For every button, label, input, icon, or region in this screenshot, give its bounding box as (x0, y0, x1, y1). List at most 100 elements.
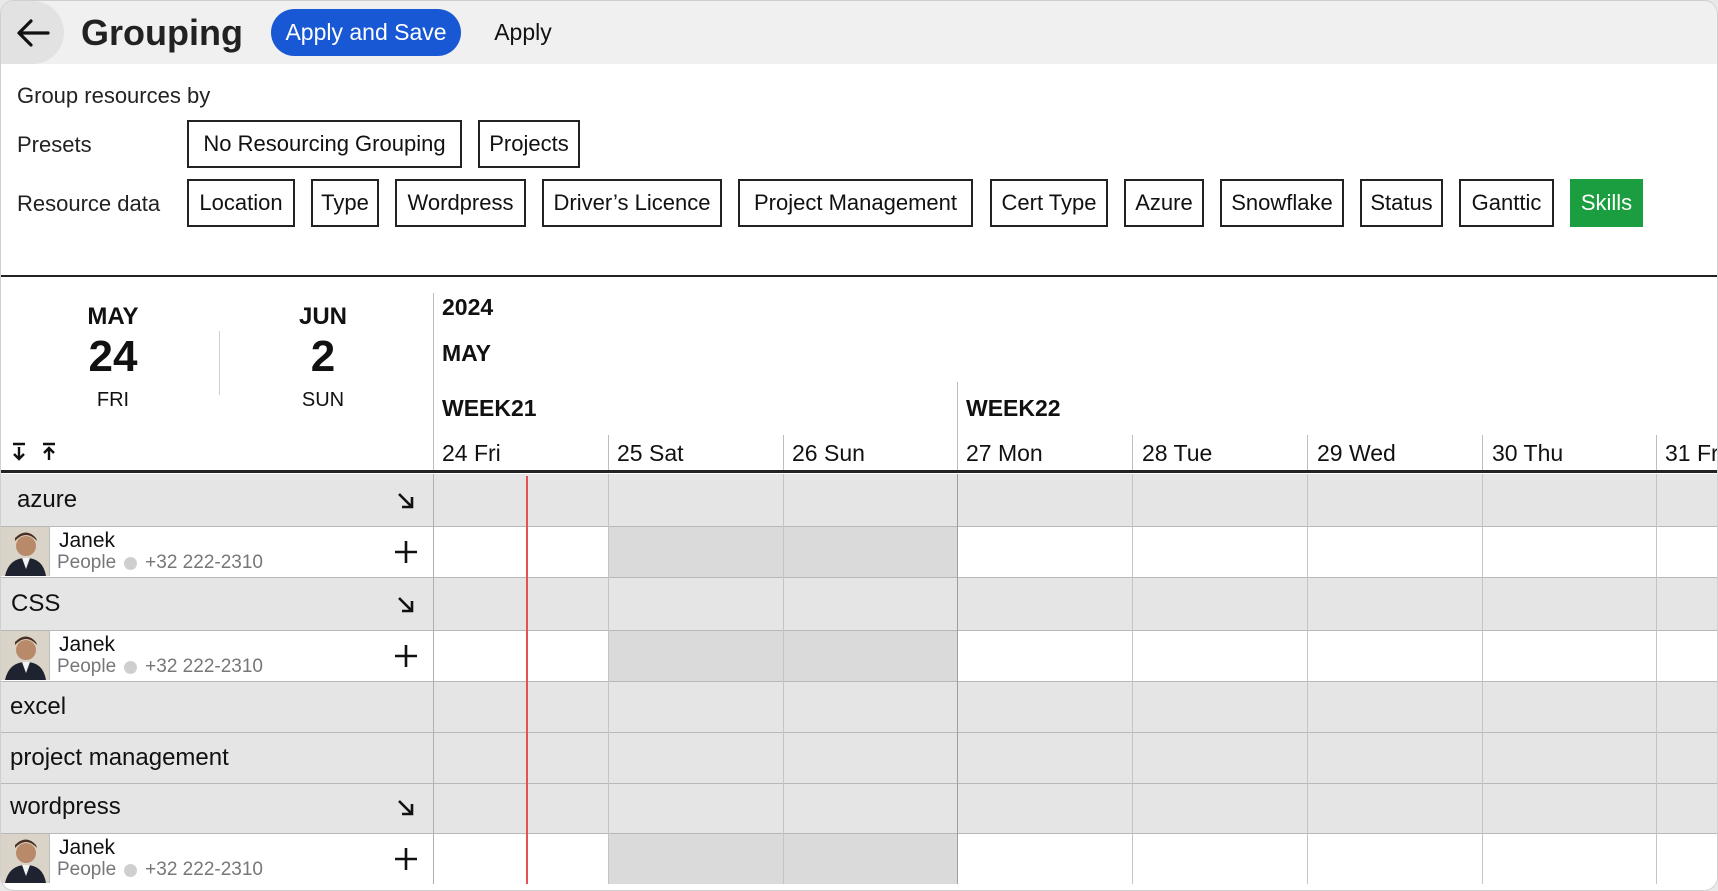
apply-button[interactable]: Apply (477, 9, 569, 56)
option-drivers-licence[interactable]: Driver’s Licence (542, 179, 722, 227)
option-azure[interactable]: Azure (1124, 179, 1204, 227)
day-header: 25 Sat (617, 440, 684, 466)
group-row-excel[interactable] (1, 682, 1717, 732)
option-project-management[interactable]: Project Management (738, 179, 973, 227)
group-row-project-management[interactable] (1, 733, 1717, 783)
grid-line (1482, 474, 1483, 884)
option-snowflake[interactable]: Snowflake (1220, 179, 1344, 227)
timeline-left-border (433, 293, 434, 473)
option-status[interactable]: Status (1360, 179, 1443, 227)
resource-phone: +32 222-2310 (145, 552, 263, 573)
day-divider (1482, 435, 1483, 473)
preset-no-resourcing-grouping[interactable]: No Resourcing Grouping (187, 120, 462, 168)
apply-and-save-button[interactable]: Apply and Save (271, 9, 461, 56)
date-range-divider (219, 331, 220, 395)
resource-name: Janek (59, 633, 116, 656)
resource-phone: +32 222-2310 (145, 859, 263, 880)
back-button[interactable] (1, 1, 64, 64)
grouping-window: Grouping Apply and Save Apply Group reso… (0, 0, 1718, 891)
resource-details: People +32 222-2310 (57, 552, 263, 574)
collapse-all-button[interactable] (39, 441, 59, 463)
grid-line (1132, 474, 1133, 884)
end-day: 2 (310, 332, 336, 381)
option-cert-type[interactable]: Cert Type (990, 179, 1108, 227)
week-22-label: WEEK22 (966, 395, 1061, 421)
group-label: project management (10, 744, 229, 771)
date-range-start[interactable]: MAY 24 FRI (58, 303, 168, 412)
week-21-label: WEEK21 (442, 395, 537, 421)
collapse-all-icon (43, 442, 55, 460)
resource-details: People +32 222-2310 (57, 859, 263, 881)
group-row-css[interactable] (1, 578, 1717, 630)
day-divider (783, 435, 784, 473)
end-month: JUN (298, 303, 347, 330)
avatar (1, 527, 50, 576)
resource-type: People (57, 656, 117, 677)
resource-data-label: Resource data (17, 191, 161, 216)
day-divider (1307, 435, 1308, 473)
expand-all-icon (13, 442, 25, 461)
grid-line (1307, 474, 1308, 884)
grid-left-border (433, 474, 434, 884)
preset-projects[interactable]: Projects (478, 120, 580, 168)
day-header: 28 Tue (1142, 440, 1213, 466)
option-skills[interactable]: Skills (1570, 179, 1643, 227)
day-header: 29 Wed (1317, 440, 1396, 466)
header-bottom-border (1, 470, 1717, 473)
plus-icon[interactable] (391, 844, 421, 874)
arrow-down-right-icon[interactable] (394, 593, 418, 617)
avatar (1, 834, 50, 883)
section-divider (1, 275, 1717, 277)
expand-collapse-controls (9, 441, 59, 463)
day-header: 27 Mon (966, 440, 1043, 466)
start-weekday: FRI (96, 389, 130, 411)
current-time-line (526, 476, 528, 884)
avatar (1, 631, 50, 680)
day-divider (1132, 435, 1133, 473)
resource-name: Janek (59, 836, 116, 859)
grid-line (608, 474, 609, 884)
expand-all-button[interactable] (9, 441, 29, 463)
group-row-wordpress[interactable] (1, 784, 1717, 833)
arrow-down-right-icon[interactable] (394, 796, 418, 820)
group-label: excel (10, 693, 67, 720)
grid-line (957, 474, 958, 884)
day-header: 30 Thu (1492, 440, 1564, 466)
date-range-end[interactable]: JUN 2 SUN (268, 303, 378, 412)
grid-line (783, 474, 784, 884)
status-dot (124, 556, 138, 570)
grid-line (1656, 474, 1657, 884)
group-by-label: Group resources by (17, 83, 211, 108)
end-weekday: SUN (301, 389, 345, 411)
status-dot (124, 660, 138, 674)
day-divider (1656, 435, 1657, 473)
page-title: Grouping (81, 12, 243, 53)
resource-phone: +32 222-2310 (145, 656, 263, 677)
timeline-month: MAY (442, 340, 491, 366)
day-header: 24 Fri (442, 440, 501, 466)
arrow-left-icon (16, 18, 50, 47)
timeline-year: 2024 (442, 294, 494, 320)
presets-label: Presets (17, 132, 92, 157)
option-ganttic[interactable]: Ganttic (1459, 179, 1554, 227)
plus-icon[interactable] (391, 537, 421, 567)
group-label: azure (17, 486, 78, 513)
day-divider (608, 435, 609, 473)
resource-type: People (57, 859, 117, 880)
group-row-azure[interactable] (1, 474, 1717, 526)
resource-details: People +32 222-2310 (57, 656, 263, 678)
option-type[interactable]: Type (311, 179, 379, 227)
top-bar: Grouping Apply and Save Apply (1, 1, 1717, 64)
status-dot (124, 863, 138, 877)
group-label: wordpress (10, 793, 121, 820)
plus-icon[interactable] (391, 641, 421, 671)
day-header: 26 Sun (792, 440, 865, 466)
arrow-down-right-icon[interactable] (394, 489, 418, 513)
day-header: 31 Fri (1665, 440, 1718, 466)
option-wordpress[interactable]: Wordpress (395, 179, 526, 227)
resource-type: People (57, 552, 117, 573)
option-location[interactable]: Location (187, 179, 295, 227)
week-separator (957, 382, 958, 473)
group-label: CSS (11, 590, 61, 617)
resource-name: Janek (59, 529, 116, 552)
